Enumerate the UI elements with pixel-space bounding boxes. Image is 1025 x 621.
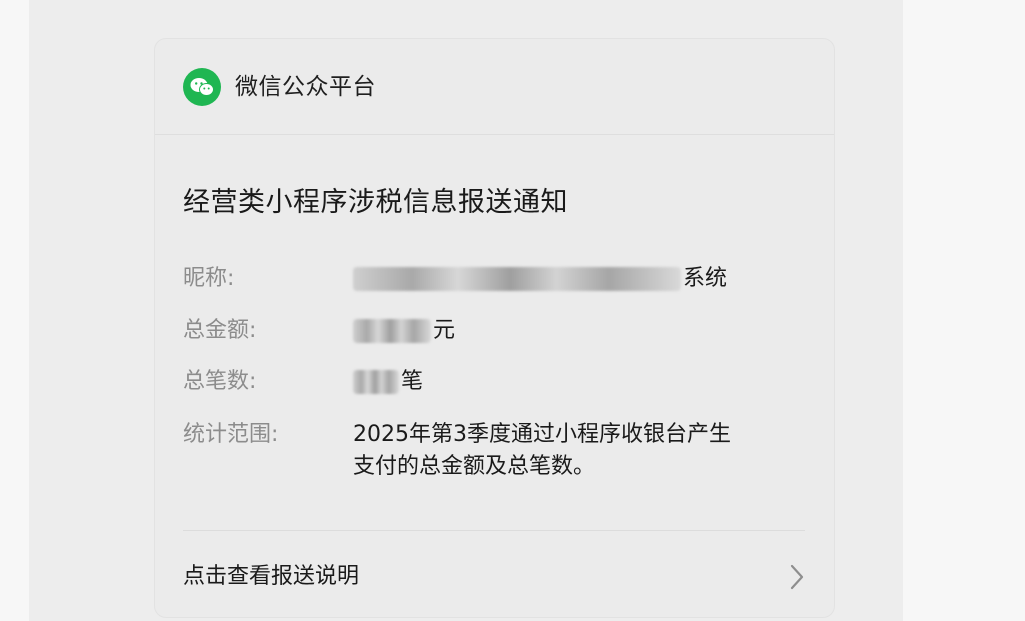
scope-label: 统计范围: <box>183 422 279 447</box>
view-report-instructions-link[interactable]: 点击查看报送说明 <box>183 561 359 593</box>
redacted-nickname <box>353 267 681 291</box>
scope-value: 2025年第3季度通过小程序收银台产生 支付的总金额及总笔数。 <box>353 419 803 483</box>
total-amount-suffix: 元 <box>433 318 456 343</box>
total-count-label: 总笔数: <box>183 369 257 394</box>
wechat-logo-icon <box>183 68 221 106</box>
divider <box>183 530 805 531</box>
notice-title: 经营类小程序涉税信息报送通知 <box>183 187 568 218</box>
notification-card: 微信公众平台 经营类小程序涉税信息报送通知 昵称: 系统 总金额: 元 总笔数:… <box>154 38 835 618</box>
scope-value-line-2: 支付的总金额及总笔数。 <box>353 454 596 479</box>
account-name: 微信公众平台 <box>235 74 376 100</box>
nickname-suffix: 系统 <box>683 266 728 291</box>
nickname-label: 昵称: <box>183 266 235 291</box>
chevron-right-icon[interactable] <box>787 563 807 591</box>
total-amount-label: 总金额: <box>183 318 257 343</box>
total-count-value: 笔 <box>353 366 803 398</box>
total-amount-value: 元 <box>353 315 803 347</box>
scope-value-line-1: 2025年第3季度通过小程序收银台产生 <box>353 422 731 447</box>
nickname-value: 系统 <box>353 263 803 295</box>
total-count-suffix: 笔 <box>401 369 424 394</box>
redacted-count <box>353 370 399 394</box>
redacted-amount <box>353 319 431 343</box>
card-header: 微信公众平台 <box>155 39 834 135</box>
